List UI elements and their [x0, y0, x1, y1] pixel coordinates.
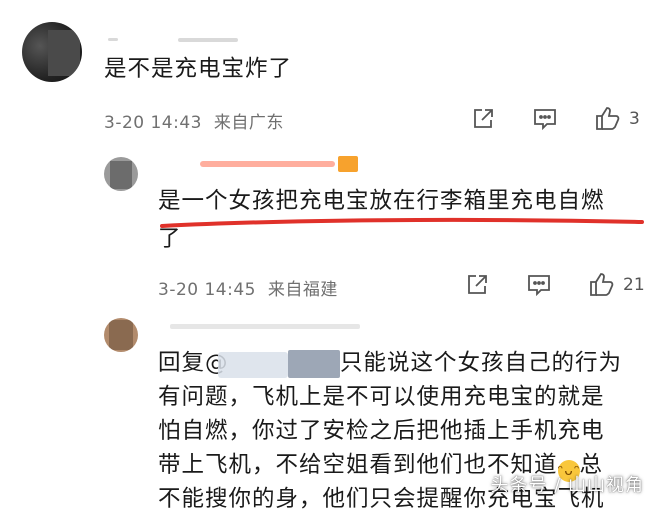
comment-text-line-1: 是一个女孩把充电宝放在行李箱里充电自燃 [158, 188, 605, 214]
comment-icon[interactable] [532, 107, 558, 131]
username-blurred [170, 156, 360, 172]
mention-blurred[interactable] [288, 350, 340, 378]
comment-icon[interactable] [526, 273, 552, 297]
red-underline [160, 217, 644, 228]
avatar[interactable] [104, 318, 138, 352]
comment-meta: 3-20 14:45 来自福建 [158, 275, 338, 300]
comment-meta: 3-20 14:43 来自广东 [104, 108, 284, 133]
thumbs-up-icon[interactable] [594, 105, 622, 131]
avatar[interactable] [22, 22, 82, 82]
comment-text: 是不是充电宝炸了 [104, 56, 293, 82]
comment-time: 3-20 14:45 [158, 280, 256, 300]
like-count: 3 [629, 109, 640, 129]
comment-text-line-1: 只能说这个女孩自己的行为 [340, 350, 623, 376]
comment-text-line-2: 了 [158, 226, 182, 252]
comment-location: 来自广东 [213, 113, 284, 133]
thumbs-up-icon[interactable] [588, 271, 616, 297]
comment-text-line-3: 怕自燃，你过了安检之后把他插上手机充电 [158, 418, 605, 444]
share-icon[interactable] [471, 107, 495, 131]
comment-location: 来自福建 [267, 280, 338, 300]
share-icon[interactable] [465, 273, 489, 297]
comment-text-line-2: 有问题，飞机上是不可以使用充电宝的就是 [158, 384, 605, 410]
like-count: 21 [623, 275, 645, 295]
username-blurred [108, 24, 258, 46]
avatar[interactable] [104, 157, 138, 191]
watermark: 头条号 / 山山视角 [490, 475, 644, 496]
comment-time: 3-20 14:43 [104, 113, 202, 133]
username-blurred [170, 318, 370, 332]
mention-blurred[interactable] [218, 352, 288, 378]
